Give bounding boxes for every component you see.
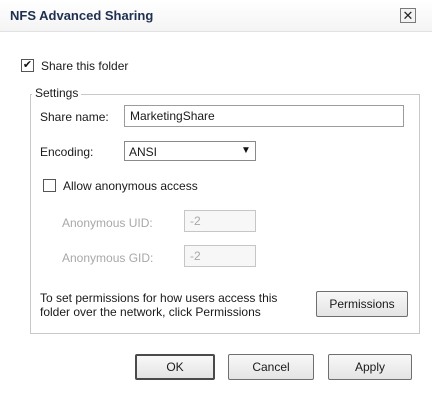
encoding-label: Encoding: [40,145,94,159]
share-folder-checkbox[interactable]: ✔ [21,59,34,72]
encoding-value: ANSI [129,145,158,159]
permissions-help-line1: To set permissions for how users access … [40,291,278,305]
cancel-button[interactable]: Cancel [228,354,314,380]
share-name-input[interactable]: MarketingShare [124,105,404,127]
anonymous-uid-input[interactable]: -2 [184,210,256,232]
close-icon[interactable]: ✕ [400,8,416,23]
share-folder-label[interactable]: Share this folder [41,59,128,73]
ok-button[interactable]: OK [135,354,215,380]
permissions-button[interactable]: Permissions [316,291,408,317]
settings-legend: Settings [32,86,82,100]
share-name-label: Share name: [40,110,109,124]
apply-button[interactable]: Apply [328,354,412,380]
nfs-advanced-sharing-dialog: NFS Advanced Sharing ✕ ✔ Share this fold… [0,0,432,399]
chevron-down-icon[interactable]: ▼ [238,143,254,159]
allow-anonymous-checkbox[interactable] [43,179,56,192]
title-bar: NFS Advanced Sharing ✕ [0,0,432,32]
dialog-title: NFS Advanced Sharing [10,8,154,23]
anonymous-uid-label: Anonymous UID: [62,216,153,230]
encoding-select[interactable]: ANSI ▼ [124,141,256,161]
allow-anonymous-label[interactable]: Allow anonymous access [63,179,198,193]
anonymous-gid-input[interactable]: -2 [184,245,256,267]
anonymous-gid-label: Anonymous GID: [62,251,154,265]
permissions-help-line2: folder over the network, click Permissio… [40,305,261,319]
